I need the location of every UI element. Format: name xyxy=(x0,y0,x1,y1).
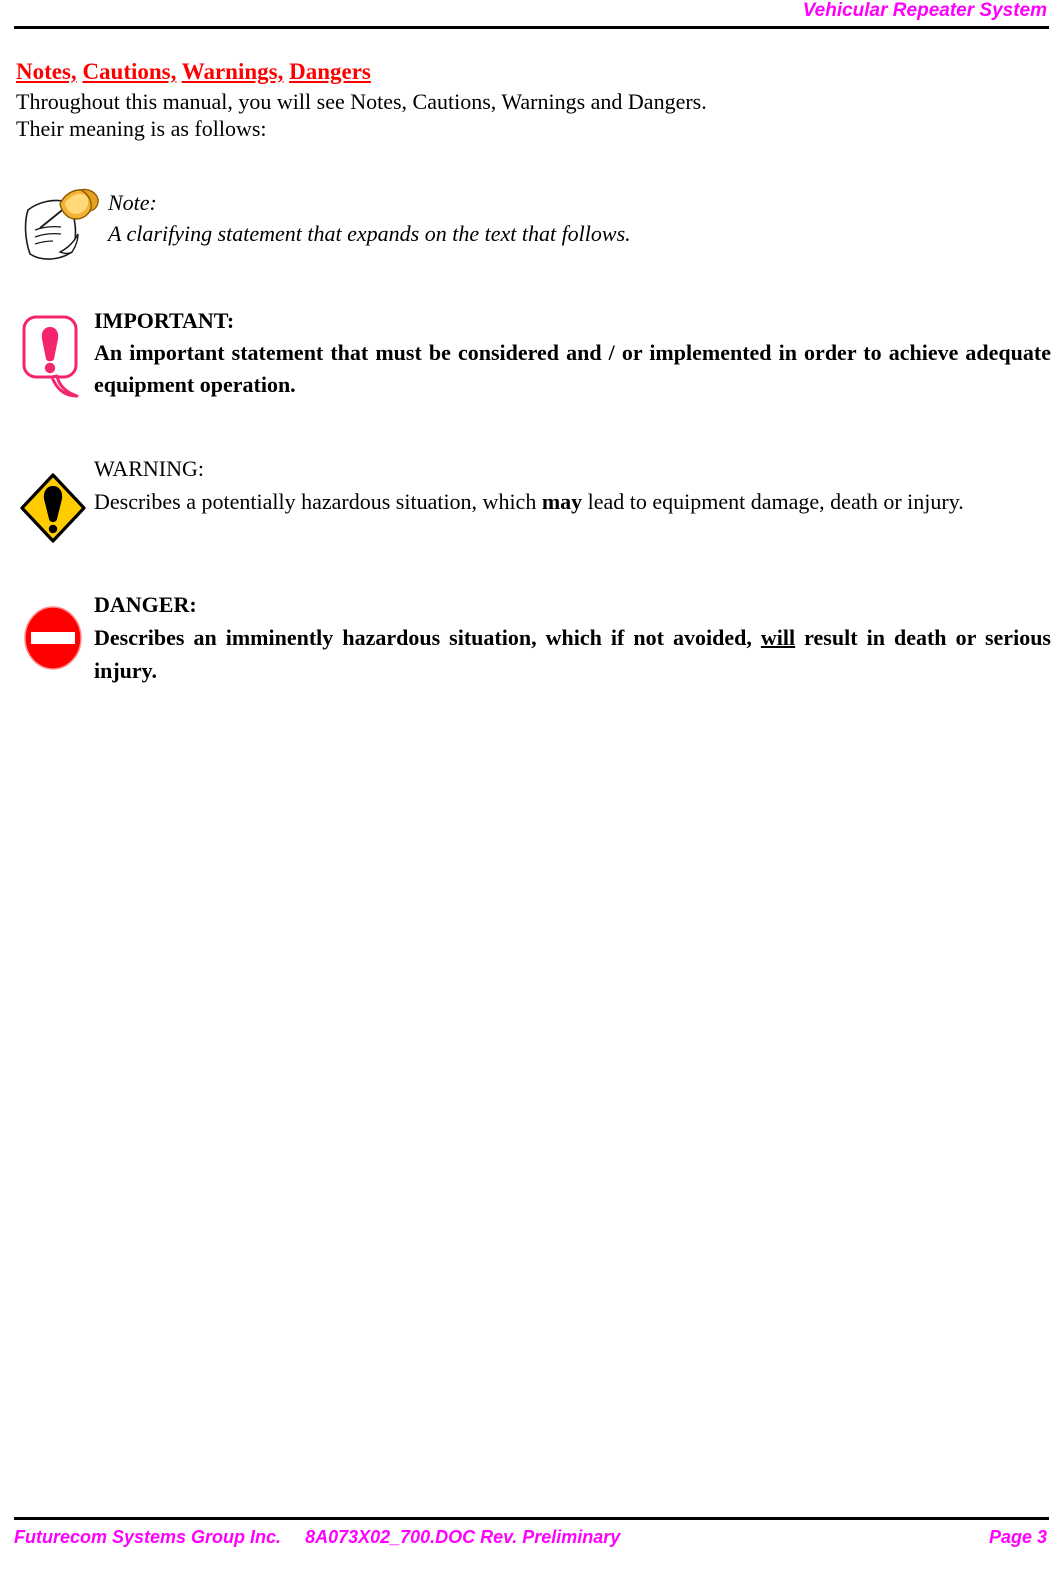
note-title: Note: xyxy=(108,190,157,215)
warning-emphasis: may xyxy=(541,489,583,514)
intro-line-2: Their meaning is as follows: xyxy=(16,116,267,141)
danger-emphasis: will xyxy=(760,625,796,650)
heading-word-notes: Notes, xyxy=(16,59,77,84)
page-footer: Futurecom Systems Group Inc. 8A073X02_70… xyxy=(14,1517,1049,1559)
no-entry-sign-icon xyxy=(22,604,84,672)
important-body: IMPORTANT: An important statement that m… xyxy=(94,305,1051,401)
footer-company: Futurecom Systems Group Inc. xyxy=(14,1527,282,1547)
header-title: Vehicular Repeater System xyxy=(802,0,1047,21)
note-admonition: Note: A clarifying statement that expand… xyxy=(16,178,1046,278)
footer-row: Futurecom Systems Group Inc. 8A073X02_70… xyxy=(14,1526,1049,1548)
document-page: Vehicular Repeater System Notes, Caution… xyxy=(0,0,1059,1569)
danger-admonition: DANGER: Describes an imminently hazardou… xyxy=(16,588,1051,688)
heading-word-dangers: Dangers xyxy=(289,59,371,84)
warning-text: Describes a potentially hazardous situat… xyxy=(94,485,1051,518)
important-text: An important statement that must be cons… xyxy=(94,340,1051,397)
note-body: Note: A clarifying statement that expand… xyxy=(108,178,1046,249)
warning-text-part-1: Describes a potentially hazardous situat… xyxy=(94,489,542,514)
important-title: IMPORTANT: xyxy=(94,308,235,333)
danger-body: DANGER: Describes an imminently hazardou… xyxy=(94,588,1051,687)
heading-word-warnings: Warnings, xyxy=(181,59,284,84)
warning-text-part-2: lead to equipment damage, death or injur… xyxy=(582,489,964,514)
footer-document-name: 8A073X02_700.DOC Rev. Preliminary xyxy=(305,1527,621,1547)
danger-title: DANGER: xyxy=(94,592,197,617)
page-header: Vehicular Repeater System xyxy=(14,0,1049,34)
yellow-diamond-exclamation-icon xyxy=(19,472,87,544)
footer-divider xyxy=(14,1517,1049,1520)
warning-body: WARNING: Describes a potentially hazardo… xyxy=(94,452,1051,518)
warning-title: WARNING: xyxy=(94,456,204,481)
note-text: A clarifying statement that expands on t… xyxy=(108,221,631,246)
footer-page-number: Page 3 xyxy=(988,1527,1047,1547)
exclamation-speech-bubble-icon xyxy=(21,314,83,402)
heading-word-cautions: Cautions, xyxy=(82,59,177,84)
important-admonition: IMPORTANT: An important statement that m… xyxy=(16,305,1051,405)
pushpin-note-icon xyxy=(20,184,106,270)
main-content: Notes, Cautions, Warnings, Dangers Throu… xyxy=(16,58,1046,142)
danger-text-part-1: Describes an imminently hazardous situat… xyxy=(94,625,761,650)
warning-admonition: WARNING: Describes a potentially hazardo… xyxy=(16,452,1051,552)
intro-line-1: Throughout this manual, you will see Not… xyxy=(16,89,707,114)
danger-text: Describes an imminently hazardous situat… xyxy=(94,621,1051,687)
section-heading: Notes, Cautions, Warnings, Dangers xyxy=(16,58,1046,86)
header-divider xyxy=(14,26,1049,29)
